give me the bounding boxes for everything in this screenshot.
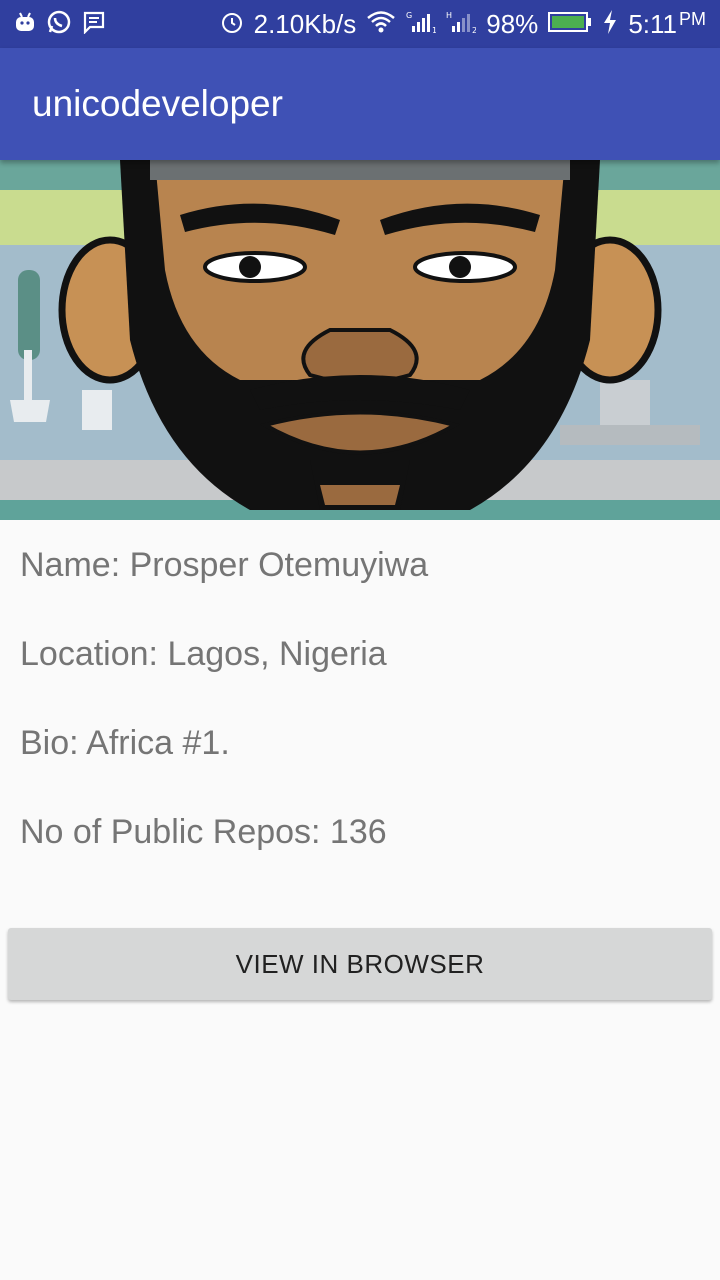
profile-bio: Bio: Africa #1. bbox=[20, 724, 230, 762]
profile-repos: No of Public Repos: 136 bbox=[20, 813, 387, 851]
signal-icon-2: H2 bbox=[446, 10, 477, 39]
screen: 2.10Kb/s G1 H2 98% 5:11 PM unicodevelope… bbox=[0, 0, 720, 1280]
status-bar: 2.10Kb/s G1 H2 98% 5:11 PM bbox=[0, 0, 720, 48]
alarm-icon bbox=[220, 10, 244, 39]
profile-avatar-image bbox=[0, 160, 720, 520]
status-left bbox=[14, 9, 106, 40]
battery-percent: 98% bbox=[486, 8, 539, 39]
wifi-icon bbox=[366, 10, 396, 39]
svg-text:G: G bbox=[406, 11, 412, 20]
svg-text:2: 2 bbox=[472, 26, 476, 34]
whatsapp-icon bbox=[46, 9, 72, 40]
svg-text:H: H bbox=[446, 11, 452, 20]
battery-icon bbox=[548, 11, 592, 38]
profile-name: Name: Prosper Otemuyiwa bbox=[20, 546, 429, 584]
signal-icon: G1 bbox=[406, 10, 437, 39]
ampm: PM bbox=[679, 8, 706, 29]
network-speed: 2.10Kb/s bbox=[253, 8, 357, 39]
view-in-browser-button[interactable]: VIEW IN BROWSER bbox=[8, 928, 712, 1000]
app-bar: unicodeveloper bbox=[0, 48, 720, 160]
svg-text:1: 1 bbox=[432, 26, 436, 34]
clock: 5:11 PM bbox=[628, 9, 706, 40]
status-right: 2.10Kb/s G1 H2 98% 5:11 PM bbox=[220, 9, 706, 40]
time: 5:11 bbox=[628, 8, 677, 39]
message-icon bbox=[82, 10, 106, 39]
app-title: unicodeveloper bbox=[32, 83, 283, 124]
charging-icon bbox=[602, 9, 618, 40]
profile-location: Location: Lagos, Nigeria bbox=[20, 635, 387, 673]
android-notification-icon bbox=[14, 11, 36, 38]
